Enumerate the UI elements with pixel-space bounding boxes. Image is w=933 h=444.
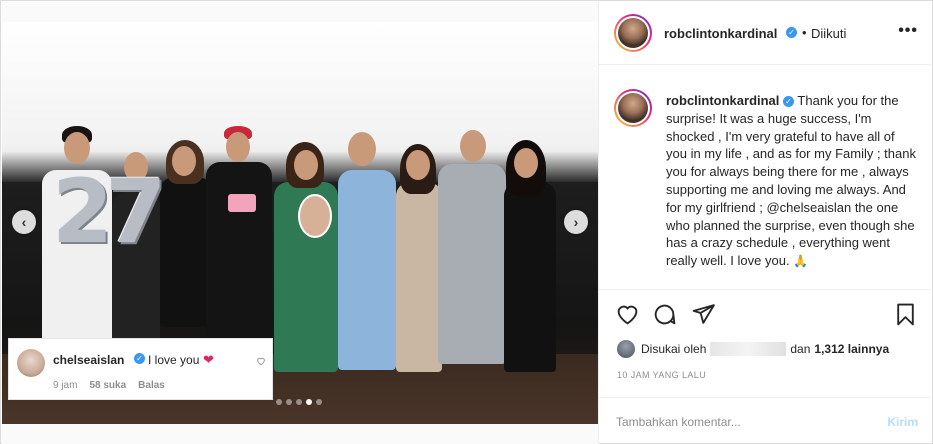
praying-hands-icon: 🙏 — [793, 254, 809, 269]
post-username[interactable]: robclintonkardinal — [664, 26, 777, 41]
follow-status-button[interactable]: Diikuti — [811, 26, 846, 41]
follow-separator: • — [802, 25, 807, 40]
verified-badge-icon: ✓ — [786, 27, 797, 38]
comment-username[interactable]: chelseaislan — [53, 353, 124, 367]
post-timestamp[interactable]: 10 JAM YANG LALU — [617, 370, 706, 380]
chevron-left-icon: ‹ — [21, 214, 27, 230]
person-5-head — [294, 150, 318, 180]
comment-input[interactable]: Tambahkan komentar... — [616, 415, 741, 429]
person-3 — [160, 177, 212, 327]
person-9 — [504, 182, 556, 372]
carousel-next-button[interactable]: › — [564, 210, 588, 234]
verified-badge-icon: ✓ — [783, 96, 795, 108]
person-7-head — [406, 150, 430, 180]
heart-outline-icon — [257, 357, 265, 366]
person-6 — [338, 170, 396, 370]
person-4-head — [226, 132, 250, 162]
avatar[interactable] — [614, 14, 652, 52]
share-button[interactable] — [691, 302, 716, 332]
avatar[interactable] — [617, 340, 635, 358]
send-icon — [692, 304, 715, 324]
likes-summary: Disukai oleh dan 1,312 lainnya — [617, 339, 889, 359]
comment-time: 9 jam — [53, 380, 78, 391]
avatar[interactable] — [17, 349, 45, 377]
avatar[interactable] — [614, 89, 652, 127]
carousel-indicator — [276, 399, 322, 405]
chevron-right-icon: › — [573, 214, 579, 230]
comment-button[interactable] — [652, 302, 677, 332]
likes-count-link[interactable]: 1,312 lainnya — [814, 342, 889, 356]
person-6-head — [348, 132, 376, 166]
person-7 — [396, 182, 442, 372]
post-photo[interactable]: 27 ‹ › chelseaislan ✓ I love you ❤ 9 jam… — [2, 2, 598, 444]
caption-username[interactable]: robclintonkardinal — [666, 93, 779, 108]
carousel-dot — [316, 399, 322, 405]
post-header: robclintonkardinal ✓ • Diikuti ••• — [599, 2, 933, 65]
comment-composer: Tambahkan komentar... Kirim — [599, 397, 933, 444]
likes-middle: dan — [790, 342, 811, 356]
heart-icon — [617, 305, 638, 325]
comment-icon — [654, 304, 676, 325]
person-8 — [438, 164, 506, 364]
more-options-icon[interactable]: ••• — [898, 22, 918, 40]
action-bar — [615, 302, 920, 330]
carousel-prev-button[interactable]: ‹ — [12, 210, 36, 234]
reply-button[interactable]: Balas — [138, 380, 165, 391]
carousel-dot — [286, 399, 292, 405]
carousel-dot-active — [306, 399, 312, 405]
verified-badge-icon: ✓ — [134, 353, 145, 364]
carousel-dot — [276, 399, 282, 405]
save-button[interactable] — [893, 302, 918, 332]
caption-body-1: Thank you for the surprise! It was a hug… — [666, 93, 916, 215]
bookmark-icon — [897, 303, 914, 326]
comment-meta: 9 jam 58 suka Balas — [53, 380, 165, 391]
like-button[interactable] — [615, 302, 640, 332]
comment-popup: chelseaislan ✓ I love you ❤ 9 jam 58 suk… — [8, 338, 273, 400]
pink-box — [228, 194, 256, 212]
comment-like-button[interactable] — [256, 356, 266, 369]
person-9-head — [514, 148, 538, 178]
comment-text: I love you — [148, 353, 200, 367]
person-8-head — [460, 130, 486, 162]
face-cutout — [298, 194, 332, 238]
comment-likes[interactable]: 58 suka — [89, 380, 126, 391]
heart-emoji-icon: ❤ — [203, 352, 214, 367]
post-details-panel: robclintonkardinal ✓ • Diikuti ••• robcl… — [598, 2, 933, 444]
instagram-post-frame: 27 ‹ › chelseaislan ✓ I love you ❤ 9 jam… — [0, 0, 933, 444]
send-comment-button[interactable]: Kirim — [887, 415, 918, 429]
number-balloon: 27 — [52, 160, 167, 263]
person-3-head — [172, 146, 196, 176]
likes-prefix: Disukai oleh — [641, 342, 707, 356]
caption-text: robclintonkardinal ✓ Thank you for the s… — [666, 92, 916, 271]
caption-mention-link[interactable]: @chelseaislan — [766, 200, 851, 215]
carousel-dot — [296, 399, 302, 405]
blurred-username — [710, 342, 787, 356]
caption-area: robclintonkardinal ✓ Thank you for the s… — [599, 66, 933, 290]
